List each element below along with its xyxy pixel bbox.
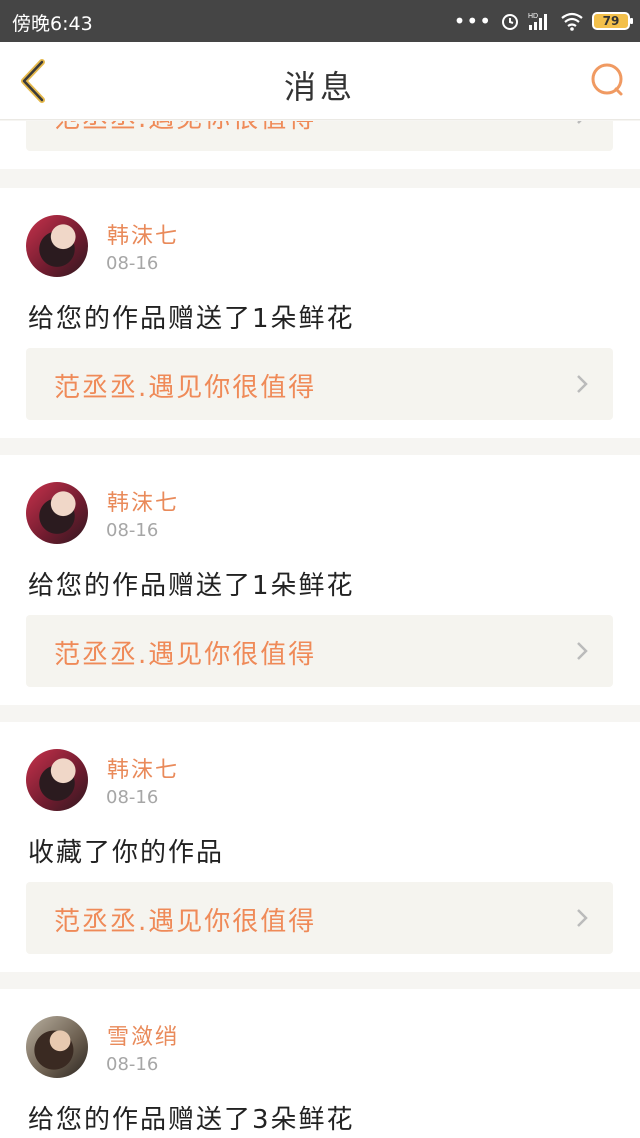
user-name[interactable]: 韩沫七 xyxy=(107,218,179,250)
avatar[interactable] xyxy=(26,215,88,277)
wifi-icon xyxy=(561,12,583,31)
user-name[interactable]: 韩沫七 xyxy=(107,485,179,517)
message-date: 08-16 xyxy=(106,787,159,808)
list-item: 范丞丞.遇见你很值得 xyxy=(0,121,640,169)
work-link[interactable]: 范丞丞.遇见你很值得 xyxy=(26,121,613,151)
message-text: 给您的作品赠送了3朵鲜花 xyxy=(28,1105,355,1135)
search-icon[interactable] xyxy=(588,60,628,100)
nav-bar: 消息 xyxy=(0,42,640,120)
message-text: 给您的作品赠送了1朵鲜花 xyxy=(28,571,355,601)
avatar[interactable] xyxy=(26,749,88,811)
alarm-icon xyxy=(502,14,518,30)
status-icons: ••• HD 79 xyxy=(453,8,633,34)
work-link[interactable]: 范丞丞.遇见你很值得 xyxy=(26,882,613,954)
list-item: 雪潋绡 08-16 给您的作品赠送了3朵鲜花 xyxy=(0,989,640,1138)
list-item: 韩沫七 08-16 收藏了你的作品 范丞丞.遇见你很值得 xyxy=(0,722,640,972)
chevron-right-icon xyxy=(577,375,588,393)
list-item: 韩沫七 08-16 给您的作品赠送了1朵鲜花 范丞丞.遇见你很值得 xyxy=(0,188,640,438)
message-date: 08-16 xyxy=(106,520,159,541)
message-date: 08-16 xyxy=(106,253,159,274)
message-text: 收藏了你的作品 xyxy=(28,838,225,868)
chevron-right-icon xyxy=(577,642,588,660)
list-item: 韩沫七 08-16 给您的作品赠送了1朵鲜花 范丞丞.遇见你很值得 xyxy=(0,455,640,705)
work-title: 范丞丞.遇见你很值得 xyxy=(54,640,317,670)
more-dots-icon: ••• xyxy=(453,9,492,33)
message-date: 08-16 xyxy=(106,1054,159,1075)
work-title: 范丞丞.遇见你很值得 xyxy=(54,373,317,403)
svg-text:HD: HD xyxy=(528,13,538,20)
page-title: 消息 xyxy=(283,68,356,106)
user-name[interactable]: 雪潋绡 xyxy=(107,1019,179,1051)
work-title: 范丞丞.遇见你很值得 xyxy=(54,121,316,135)
user-name[interactable]: 韩沫七 xyxy=(107,752,179,784)
work-link[interactable]: 范丞丞.遇见你很值得 xyxy=(26,348,613,420)
chevron-right-icon xyxy=(577,909,588,927)
battery-icon: 79 xyxy=(592,12,633,30)
status-time: 傍晚6:43 xyxy=(12,13,93,35)
message-list[interactable]: 范丞丞.遇见你很值得 韩沫七 08-16 给您的作品赠送了1朵鲜花 范丞丞.遇见… xyxy=(0,121,640,1138)
work-link[interactable]: 范丞丞.遇见你很值得 xyxy=(26,615,613,687)
message-text: 给您的作品赠送了1朵鲜花 xyxy=(28,304,355,334)
avatar[interactable] xyxy=(26,482,88,544)
hd-signal-icon: HD xyxy=(528,13,547,30)
status-bar: 傍晚6:43 ••• HD 79 xyxy=(0,0,640,42)
work-title: 范丞丞.遇见你很值得 xyxy=(54,907,317,937)
chevron-right-icon xyxy=(577,121,582,124)
avatar[interactable] xyxy=(26,1016,88,1078)
